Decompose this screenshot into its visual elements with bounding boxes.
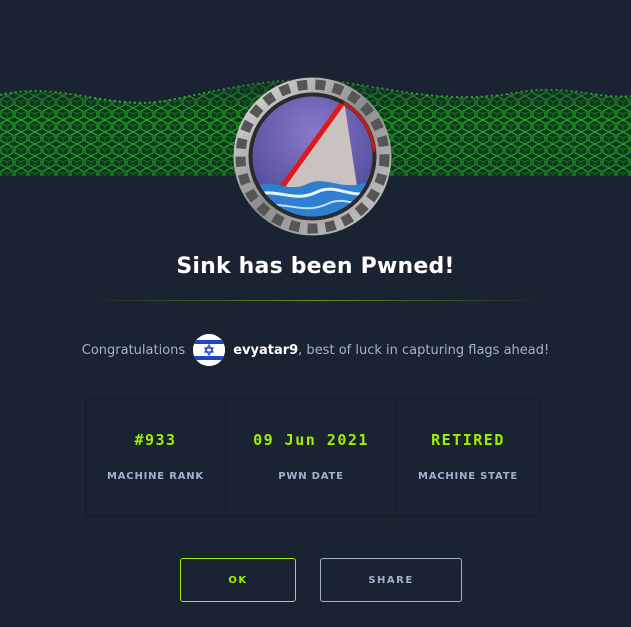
machine-rank-label: MACHINE RANK — [107, 471, 204, 482]
title-divider — [85, 300, 545, 301]
stat-pwn-date: 09 Jun 2021 PWN DATE — [226, 399, 397, 516]
congrats-tail-text: , best of luck in capturing flags ahead! — [298, 342, 550, 358]
pwn-date-value: 09 Jun 2021 — [253, 431, 369, 449]
share-button[interactable]: SHARE — [320, 558, 462, 602]
username[interactable]: evyatar9 — [233, 343, 298, 358]
sinking-ship-badge-icon — [233, 77, 392, 236]
stats-panel: #933 MACHINE RANK 09 Jun 2021 PWN DATE R… — [85, 398, 540, 517]
pwn-date-label: PWN DATE — [278, 471, 344, 482]
congrats-lead-text: Congratulations — [81, 342, 186, 358]
machine-state-value: RETIRED — [431, 431, 505, 449]
congrats-message: Congratulations evyatar9 , best of luck … — [0, 333, 631, 367]
stat-machine-rank: #933 MACHINE RANK — [86, 399, 226, 516]
stat-machine-state: RETIRED MACHINE STATE — [397, 399, 539, 516]
israel-flag-icon — [193, 334, 226, 366]
modal-title: Sink has been Pwned! — [176, 254, 455, 279]
machine-state-label: MACHINE STATE — [417, 471, 519, 482]
ok-button[interactable]: OK — [180, 558, 296, 602]
machine-rank-value: #933 — [134, 431, 177, 449]
